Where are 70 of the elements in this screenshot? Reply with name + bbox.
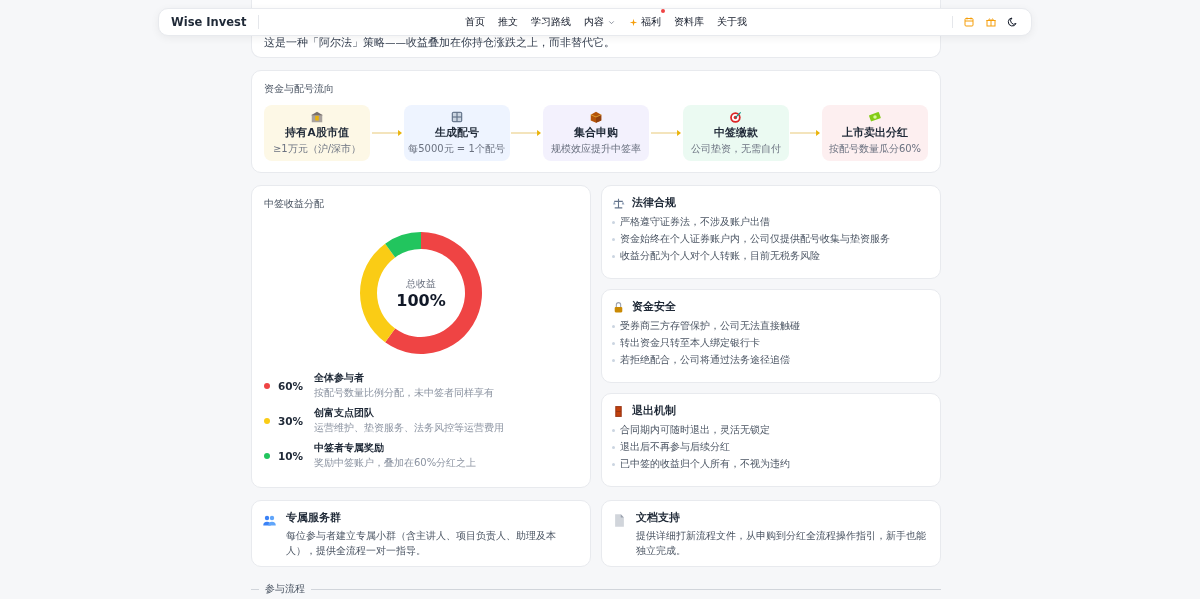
arrow-icon: [650, 130, 681, 136]
step-title: 持有A股市值: [285, 126, 349, 140]
legend-percent: 10%: [278, 449, 305, 462]
step-title: 生成配号: [434, 126, 479, 140]
legend-description: 按配号数量比例分配，未中签者同样享有: [314, 386, 494, 400]
banknote-icon: [868, 110, 882, 124]
card-title: 专属服务群: [286, 511, 342, 525]
scale-icon: [612, 196, 625, 210]
bullet-text: 退出后不再参与后续分红: [620, 440, 730, 454]
calendar-button[interactable]: [963, 16, 975, 28]
card-description: 每位参与者建立专属小群（含主讲人、项目负责人、助理及本人），提供全流程一对一指导。: [286, 529, 557, 558]
step-caption: 公司垫资，无需自付: [690, 142, 781, 156]
legend-name: 中签者专属奖励: [314, 441, 385, 455]
legend-percent: 60%: [278, 379, 305, 392]
bullet-text: 严格遵守证券法，不涉及账户出借: [620, 215, 770, 229]
legend-name: 全体参与者: [314, 371, 365, 385]
target-icon: [728, 110, 743, 124]
number-keypad-icon: [449, 110, 464, 124]
calendar-icon: [963, 16, 975, 28]
chart-center-label: 总收益: [406, 276, 436, 291]
bullet-text: 资金始终在个人证券账户内，公司仅提供配号收集与垫资服务: [620, 232, 890, 246]
nav-link[interactable]: 推文: [497, 15, 518, 29]
theme-toggle[interactable]: [1007, 16, 1019, 28]
legend-percent: 30%: [278, 414, 305, 427]
gift-button[interactable]: [985, 16, 997, 28]
card-title: 资金安全: [632, 300, 676, 314]
moon-icon: [1007, 16, 1019, 28]
step-title: 上市卖出分红: [842, 126, 908, 140]
section-title: 中签收益分配: [264, 198, 325, 211]
section-heading: 参与流程: [265, 583, 305, 596]
bullet-text: 受券商三方存管保护，公司无法直接触碰: [620, 319, 800, 333]
bullet-text: 合同期内可随时退出，灵活无锁定: [620, 423, 770, 437]
legend-description: 运营维护、垫资服务、法务风控等运营费用: [314, 421, 504, 435]
bullet-text: 收益分配为个人对个人转账，目前无税务风险: [620, 249, 820, 263]
card-description: 提供详细打新流程文件，从申购到分红全流程操作指引，新手也能独立完成。: [636, 529, 927, 558]
intro-text: 这是一种「阿尔法」策略——收益叠加在你持仓涨跌之上，而非替代它。: [264, 36, 615, 50]
legend-description: 奖励中签账户，叠加在60%分红之上: [314, 456, 477, 470]
brand-name[interactable]: Wise Invest: [171, 15, 260, 29]
bank-icon: [310, 110, 324, 124]
document-icon: [612, 513, 627, 528]
arrow-icon: [511, 130, 542, 136]
people-icon: [262, 513, 277, 528]
chart-center-value: 100%: [396, 290, 446, 310]
sparkle-icon: [628, 17, 638, 27]
bullet-text: 已中签的收益归个人所有，不视为违约: [620, 457, 790, 471]
door-icon: [612, 404, 625, 418]
arrow-icon: [371, 130, 402, 136]
padlock-icon: [612, 300, 625, 314]
card-title: 文档支持: [636, 511, 681, 525]
bullet-text: 若拒绝配合，公司将通过法务途径追偿: [620, 353, 790, 367]
step-caption: 规模效应提升中签率: [551, 142, 641, 156]
package-icon: [589, 110, 603, 124]
step-caption: ≥1万元（沪/深市）: [272, 142, 362, 156]
legend-name: 创富支点团队: [314, 406, 375, 420]
section-title: 资金与配号流向: [264, 83, 335, 96]
nav-link[interactable]: 首页: [464, 15, 485, 29]
arrow-icon: [790, 130, 821, 136]
gift-icon: [985, 16, 997, 28]
card-title: 法律合规: [632, 196, 676, 210]
nav-link[interactable]: 福利: [628, 15, 661, 29]
step-caption: 按配号数量瓜分60%: [828, 142, 922, 156]
card-title: 退出机制: [632, 404, 676, 418]
nav-link[interactable]: 内容: [583, 15, 616, 29]
nav-link[interactable]: 关于我: [716, 15, 747, 29]
bullet-text: 转出资金只转至本人绑定银行卡: [620, 336, 760, 350]
step-title: 中签缴款: [713, 126, 758, 140]
nav-link[interactable]: 学习路线: [530, 15, 571, 29]
step-caption: 每5000元 = 1个配号: [408, 142, 505, 156]
step-title: 集合申购: [574, 126, 618, 140]
nav-link[interactable]: 资料库: [673, 15, 704, 29]
